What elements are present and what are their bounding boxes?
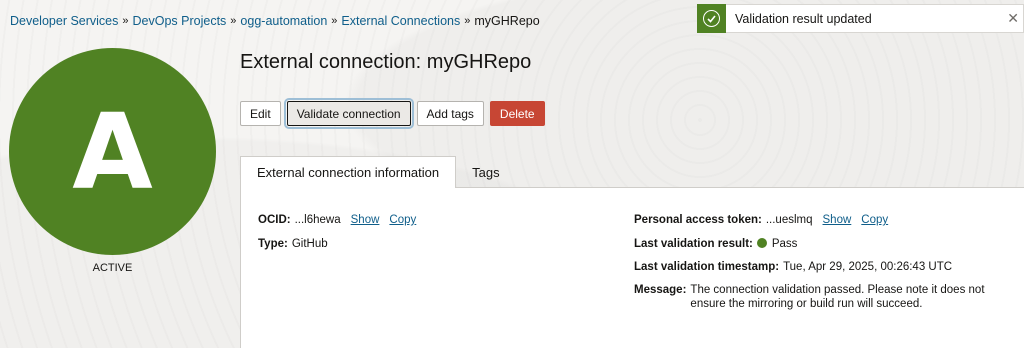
breadcrumb-external-connections[interactable]: External Connections (341, 14, 460, 28)
message-label: Message: (634, 284, 687, 296)
tab-bar: External connection information Tags (240, 156, 1024, 189)
breadcrumb-separator: » (230, 15, 237, 27)
last-timestamp-value: Tue, Apr 29, 2025, 00:26:43 UTC (783, 261, 953, 273)
last-result-label: Last validation result: (634, 238, 753, 250)
type-field: Type: GitHub (258, 237, 328, 251)
edit-button[interactable]: Edit (240, 101, 281, 126)
toast-icon-container (697, 4, 726, 33)
breadcrumb-separator: » (122, 15, 129, 27)
ocid-value: ...l6hewa (294, 214, 341, 226)
breadcrumb-separator: » (464, 15, 471, 27)
token-value: ...ueslmq (765, 214, 813, 226)
type-label: Type: (258, 238, 288, 250)
details-panel: OCID: ...l6hewa Show Copy Type: GitHub P… (240, 188, 1024, 348)
ocid-show-link[interactable]: Show (351, 213, 380, 227)
close-icon[interactable]: ✕ (1007, 10, 1019, 27)
ocid-copy-link[interactable]: Copy (389, 213, 416, 227)
avatar-letter: A (72, 90, 153, 213)
tab-tags[interactable]: Tags (456, 156, 515, 189)
validate-connection-button[interactable]: Validate connection (283, 98, 414, 129)
token-label: Personal access token: (634, 214, 762, 226)
page-title: External connection: myGHRepo (240, 51, 532, 73)
breadcrumb-separator: » (331, 15, 338, 27)
message-field: Message: The connection validation passe… (634, 283, 1000, 311)
breadcrumb-devops-projects[interactable]: DevOps Projects (133, 14, 227, 28)
breadcrumb-developer-services[interactable]: Developer Services (10, 14, 118, 28)
last-result-value: Pass (771, 238, 798, 250)
last-result-field: Last validation result: Pass (634, 237, 797, 251)
delete-button[interactable]: Delete (489, 101, 545, 126)
token-field: Personal access token: ...ueslmq Show Co… (634, 213, 888, 227)
status-indicator (756, 238, 767, 248)
last-timestamp-label: Last validation timestamp: (634, 261, 780, 273)
status-label: ACTIVE (92, 262, 133, 274)
add-tags-button[interactable]: Add tags (416, 101, 484, 126)
toast-message: Validation result updated (735, 11, 872, 26)
token-copy-link[interactable]: Copy (861, 213, 888, 227)
check-circle-icon (703, 10, 720, 27)
type-value: GitHub (291, 238, 328, 250)
last-timestamp-field: Last validation timestamp: Tue, Apr 29, … (634, 260, 952, 274)
tab-connection-information[interactable]: External connection information (240, 156, 457, 189)
action-bar: Edit Validate connection Add tags Delete (240, 98, 545, 129)
toast-notification: Validation result updated ✕ (697, 4, 1024, 33)
token-show-link[interactable]: Show (823, 213, 852, 227)
breadcrumb-current: myGHRepo (474, 14, 540, 28)
message-value: The connection validation passed. Please… (690, 284, 985, 310)
breadcrumb-project[interactable]: ogg-automation (240, 14, 327, 28)
ocid-field: OCID: ...l6hewa Show Copy (258, 213, 416, 227)
breadcrumb: Developer Services » DevOps Projects » o… (10, 14, 540, 28)
ocid-label: OCID: (258, 214, 291, 226)
last-result-value-wrap: Pass (756, 237, 798, 251)
avatar: A (9, 48, 216, 255)
